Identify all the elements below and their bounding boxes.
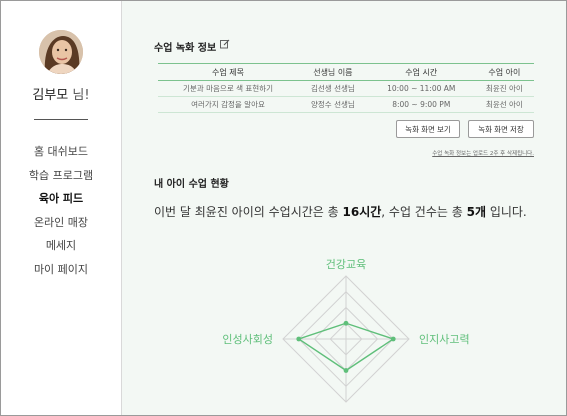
- edit-icon[interactable]: [220, 39, 230, 49]
- radar-axis-label: 건강교육: [326, 258, 366, 271]
- col-header-child: 수업 아이: [474, 63, 534, 81]
- user-name: 김부모: [32, 88, 69, 103]
- nav-item-online-store[interactable]: 온라인 매장: [1, 211, 121, 235]
- summary-suffix: 입니다.: [486, 205, 527, 219]
- view-recording-button[interactable]: 녹화 화면 보기: [396, 120, 460, 138]
- cell-time: 10:00 ~ 11:00 AM: [367, 80, 475, 97]
- user-photo-icon: [39, 30, 83, 74]
- cell-child: 최윤선 아이: [474, 96, 534, 113]
- cell-time: 8:00 ~ 9:00 PM: [367, 96, 475, 113]
- nav-item-learning-program[interactable]: 학습 프로그램: [1, 164, 121, 188]
- nav-item-message[interactable]: 메세지: [1, 234, 121, 258]
- radar-data-point: [390, 336, 396, 342]
- cell-teacher: 김선생 선생님: [298, 80, 368, 97]
- table-row[interactable]: 기분과 마음으로 색 표현하기 김선생 선생님 10:00 ~ 11:00 AM…: [158, 80, 534, 97]
- col-header-title: 수업 제목: [158, 63, 299, 81]
- cell-title: 여러가지 감정을 알아요: [158, 96, 299, 113]
- main-content: 수업 녹화 정보 수업 제목 선생님 이름 수업 시간 수업 아이 기분과 마음…: [122, 1, 566, 415]
- recording-section-title: 수업 녹화 정보: [154, 43, 217, 54]
- col-header-time: 수업 시간: [367, 63, 475, 81]
- summary-middle: , 수업 건수는 총: [381, 205, 467, 219]
- summary-count: 5개: [466, 205, 486, 219]
- radar-data-point: [343, 320, 349, 326]
- status-section-title: 내 아이 수업 현황: [154, 179, 229, 190]
- sidebar: 김부모 님! 홈 대쉬보드 학습 프로그램 육아 피드 온라인 매장 메세지 마…: [1, 1, 122, 415]
- recording-table: 수업 제목 선생님 이름 수업 시간 수업 아이 기분과 마음으로 색 표현하기…: [158, 63, 534, 113]
- recording-deletion-notice[interactable]: 수업 녹화 정보는 업로드 2주 후 삭제됩니다.: [362, 149, 534, 157]
- avatar[interactable]: [39, 30, 83, 74]
- radar-axis-label: 인성사회성: [222, 333, 273, 346]
- col-header-teacher: 선생님 이름: [298, 63, 368, 81]
- radar-axis-label: 인지사고력: [419, 333, 470, 346]
- cell-title: 기분과 마음으로 색 표현하기: [158, 80, 299, 97]
- summary-prefix: 이번 달 최윤진 아이의 수업시간은 총: [154, 205, 343, 219]
- sidebar-divider: [34, 119, 88, 120]
- radar-chart: 건강교육인지사고력 인성사회성: [222, 258, 470, 403]
- nav-item-my-page[interactable]: 마이 페이지: [1, 258, 121, 282]
- table-row[interactable]: 여러가지 감정을 알아요 양정수 선생님 8:00 ~ 9:00 PM 최윤선 …: [158, 96, 534, 113]
- sidebar-nav: 홈 대쉬보드 학습 프로그램 육아 피드 온라인 매장 메세지 마이 페이지: [1, 140, 121, 281]
- app-window: 김부모 님! 홈 대쉬보드 학습 프로그램 육아 피드 온라인 매장 메세지 마…: [0, 0, 567, 416]
- nav-item-parenting-feed[interactable]: 육아 피드: [1, 187, 121, 211]
- table-header-row: 수업 제목 선생님 이름 수업 시간 수업 아이: [158, 63, 534, 81]
- save-recording-button[interactable]: 녹화 화면 저장: [468, 120, 534, 138]
- user-suffix: 님!: [68, 88, 90, 103]
- nav-item-home-dashboard[interactable]: 홈 대쉬보드: [1, 140, 121, 164]
- cell-child: 최윤진 아이: [474, 80, 534, 97]
- user-greeting: 김부모 님!: [1, 84, 121, 103]
- status-summary: 이번 달 최윤진 아이의 수업시간은 총 16시간, 수업 건수는 총 5개 입…: [154, 203, 527, 220]
- radar-data-point: [296, 336, 302, 342]
- cell-teacher: 양정수 선생님: [298, 96, 368, 113]
- radar-data-point: [343, 368, 349, 373]
- summary-hours: 16시간: [342, 205, 382, 219]
